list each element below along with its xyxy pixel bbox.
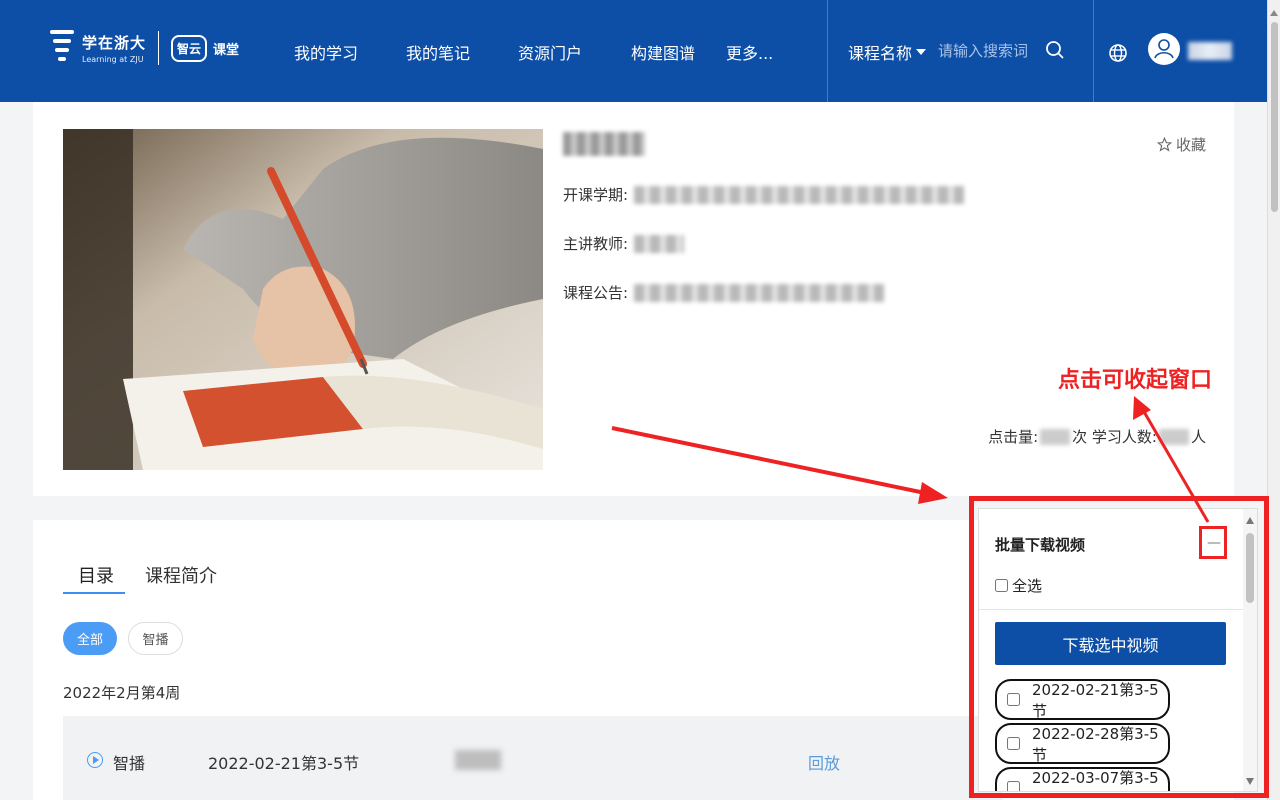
- zhiyun-label: 课堂: [213, 42, 240, 58]
- zhiyun-logo: 智云 课堂: [171, 34, 240, 62]
- lesson-row[interactable]: 智播 2022-02-21第3-5节 回放: [63, 716, 1003, 800]
- term-value-redacted: [634, 185, 965, 204]
- video-item-checkbox[interactable]: [1007, 693, 1020, 706]
- video-item-label: 2022-03-07第3-5节: [1032, 768, 1159, 792]
- panel-scrollbar[interactable]: [1243, 509, 1257, 791]
- nav-resources[interactable]: 资源门户: [518, 40, 582, 64]
- filter-all[interactable]: 全部: [63, 622, 117, 655]
- search-scope-label: 课程名称: [848, 44, 913, 63]
- search-input[interactable]: [938, 37, 1036, 65]
- tab-catalog[interactable]: 目录: [78, 562, 114, 588]
- teacher-row: 主讲教师:: [563, 233, 685, 254]
- teacher-label: 主讲教师:: [563, 235, 629, 253]
- learners-value-redacted: [1158, 428, 1189, 445]
- course-title-redacted: [563, 132, 645, 156]
- clicks-label: 点击量:: [988, 428, 1039, 446]
- favorite-button[interactable]: 收藏: [1156, 134, 1206, 155]
- nav-divider: [1093, 0, 1094, 102]
- select-all-checkbox[interactable]: 全选: [995, 575, 1042, 596]
- page-scrollbar[interactable]: [1267, 0, 1280, 800]
- scroll-down-icon[interactable]: [1246, 778, 1254, 785]
- notice-row: 课程公告:: [563, 282, 885, 303]
- lesson-teacher-redacted: [455, 750, 501, 770]
- annotation-text: 点击可收起窗口: [1058, 368, 1213, 393]
- play-icon[interactable]: [87, 752, 103, 768]
- term-row: 开课学期:: [563, 184, 965, 205]
- video-item[interactable]: 2022-02-28第3-5节: [995, 723, 1170, 764]
- learners-unit: 人: [1190, 428, 1206, 446]
- course-cover-image: [63, 129, 543, 470]
- video-item-checkbox[interactable]: [1007, 737, 1020, 750]
- scroll-up-icon[interactable]: [1246, 517, 1254, 524]
- scroll-up-icon[interactable]: [1270, 10, 1278, 16]
- course-stats: 点击量: 次 学习人数: 人: [988, 426, 1206, 447]
- user-avatar[interactable]: [1148, 33, 1180, 65]
- logo-subtitle: Learning at ZJU: [82, 55, 144, 64]
- video-item[interactable]: 2022-02-21第3-5节: [995, 679, 1170, 720]
- term-label: 开课学期:: [563, 186, 629, 204]
- top-navbar: 学在浙大 Learning at ZJU 智云 课堂 我的学习 我的笔记 资源门…: [0, 0, 1267, 102]
- panel-divider: [979, 609, 1244, 610]
- nav-my-notes[interactable]: 我的笔记: [406, 40, 470, 64]
- zju-logo-icon: [48, 30, 76, 66]
- caret-down-icon: [916, 49, 927, 55]
- zju-logo[interactable]: 学在浙大 Learning at ZJU 智云 课堂: [48, 30, 239, 66]
- user-icon: [1154, 39, 1174, 59]
- video-item[interactable]: 2022-03-07第3-5节: [995, 767, 1170, 792]
- logo-divider: [158, 31, 160, 65]
- globe-icon[interactable]: [1107, 42, 1129, 64]
- scroll-thumb[interactable]: [1271, 22, 1278, 212]
- nav-divider: [827, 0, 828, 102]
- notice-label: 课程公告:: [563, 284, 629, 302]
- filter-live[interactable]: 智播: [128, 622, 183, 655]
- panel-scroll-thumb[interactable]: [1246, 533, 1254, 603]
- video-item-label: 2022-02-28第3-5节: [1032, 724, 1159, 764]
- clicks-value-redacted: [1040, 428, 1071, 445]
- tab-course-intro[interactable]: 课程简介: [145, 562, 217, 588]
- star-icon: [1156, 137, 1172, 152]
- select-all-label: 全选: [1012, 577, 1043, 595]
- video-item-checkbox[interactable]: [1007, 781, 1020, 791]
- username-redacted[interactable]: [1188, 42, 1232, 60]
- replay-link[interactable]: 回放: [808, 750, 840, 774]
- favorite-label: 收藏: [1175, 136, 1206, 154]
- select-all-input[interactable]: [995, 579, 1008, 592]
- course-info-card: 收藏 开课学期: 主讲教师: 课程公告: 点击量: 次 学习人数: 人: [33, 102, 1234, 496]
- notice-value-redacted: [634, 283, 885, 302]
- video-item-label: 2022-02-21第3-5节: [1032, 680, 1159, 720]
- active-tab-indicator: [63, 592, 125, 594]
- lesson-name: 2022-02-21第3-5节: [208, 754, 360, 773]
- search-icon[interactable]: [1045, 40, 1065, 60]
- panel-title: 批量下载视频: [995, 536, 1086, 554]
- download-selected-button[interactable]: 下载选中视频: [995, 622, 1226, 665]
- teacher-value-redacted: [634, 234, 685, 253]
- lesson-type: 智播: [113, 754, 146, 773]
- search-scope-select[interactable]: 课程名称: [848, 40, 927, 64]
- nav-more[interactable]: 更多...: [726, 40, 773, 64]
- zhiyun-box: 智云: [171, 34, 208, 62]
- nav-knowledge-graph[interactable]: 构建图谱: [631, 40, 695, 64]
- logo-title: 学在浙大: [82, 34, 147, 52]
- learners-label: 次 学习人数:: [1072, 428, 1157, 446]
- batch-download-panel: 批量下载视频 — 全选 下载选中视频 2022-02-21第3-5节 2022-…: [978, 508, 1258, 792]
- nav-my-study[interactable]: 我的学习: [294, 40, 358, 64]
- minimize-button[interactable]: —: [1201, 529, 1227, 557]
- week-heading: 2022年2月第4周: [63, 684, 181, 702]
